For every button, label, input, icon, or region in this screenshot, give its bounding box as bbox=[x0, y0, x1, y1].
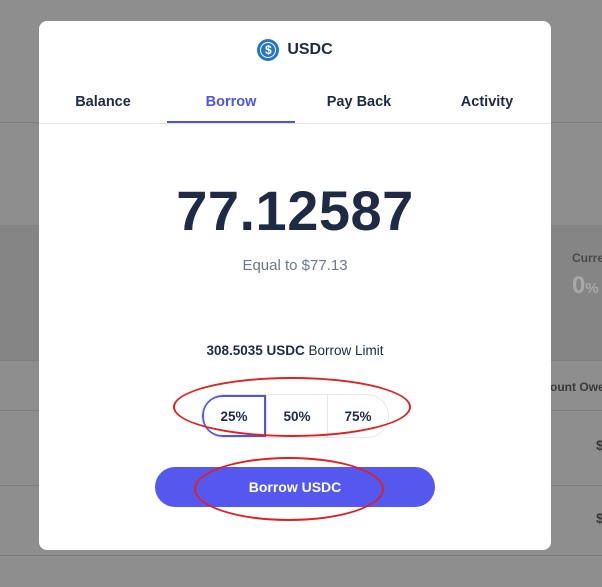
percent-selector: 25% 50% 75% bbox=[201, 394, 389, 438]
tab-borrow[interactable]: Borrow bbox=[167, 91, 295, 123]
borrow-limit-value: 308.5035 USDC bbox=[206, 343, 305, 358]
modal-tabs: Balance Borrow Pay Back Activity bbox=[39, 91, 551, 124]
percent-25-button[interactable]: 25% bbox=[202, 395, 266, 437]
equal-to-value: Equal to $77.13 bbox=[242, 257, 348, 274]
borrow-amount: 77.12587 bbox=[176, 179, 414, 242]
asset-name: USDC bbox=[287, 41, 333, 58]
tab-activity[interactable]: Activity bbox=[423, 91, 551, 123]
background-current-label: Curre bbox=[572, 251, 602, 265]
usdc-coin-icon: $ bbox=[257, 39, 280, 61]
tab-balance[interactable]: Balance bbox=[39, 91, 167, 123]
percent-50-button[interactable]: 50% bbox=[266, 395, 327, 437]
background-divider bbox=[0, 555, 602, 556]
percent-75-button[interactable]: 75% bbox=[327, 395, 388, 437]
modal-header: $ USDC bbox=[39, 39, 551, 61]
tab-pay-back[interactable]: Pay Back bbox=[295, 91, 423, 123]
background-amount-owed-header: ount Owe bbox=[550, 380, 602, 394]
background-row-value: $ bbox=[596, 510, 602, 526]
borrow-limit-label: Borrow Limit bbox=[308, 343, 384, 358]
background-row-value: $ bbox=[596, 437, 602, 453]
borrow-modal: $ USDC Balance Borrow Pay Back Activity … bbox=[39, 21, 551, 550]
background-current-value: 0% bbox=[572, 272, 599, 299]
borrow-limit: 308.5035 USDC Borrow Limit bbox=[39, 343, 551, 358]
borrow-usdc-button[interactable]: Borrow USDC bbox=[155, 467, 435, 507]
